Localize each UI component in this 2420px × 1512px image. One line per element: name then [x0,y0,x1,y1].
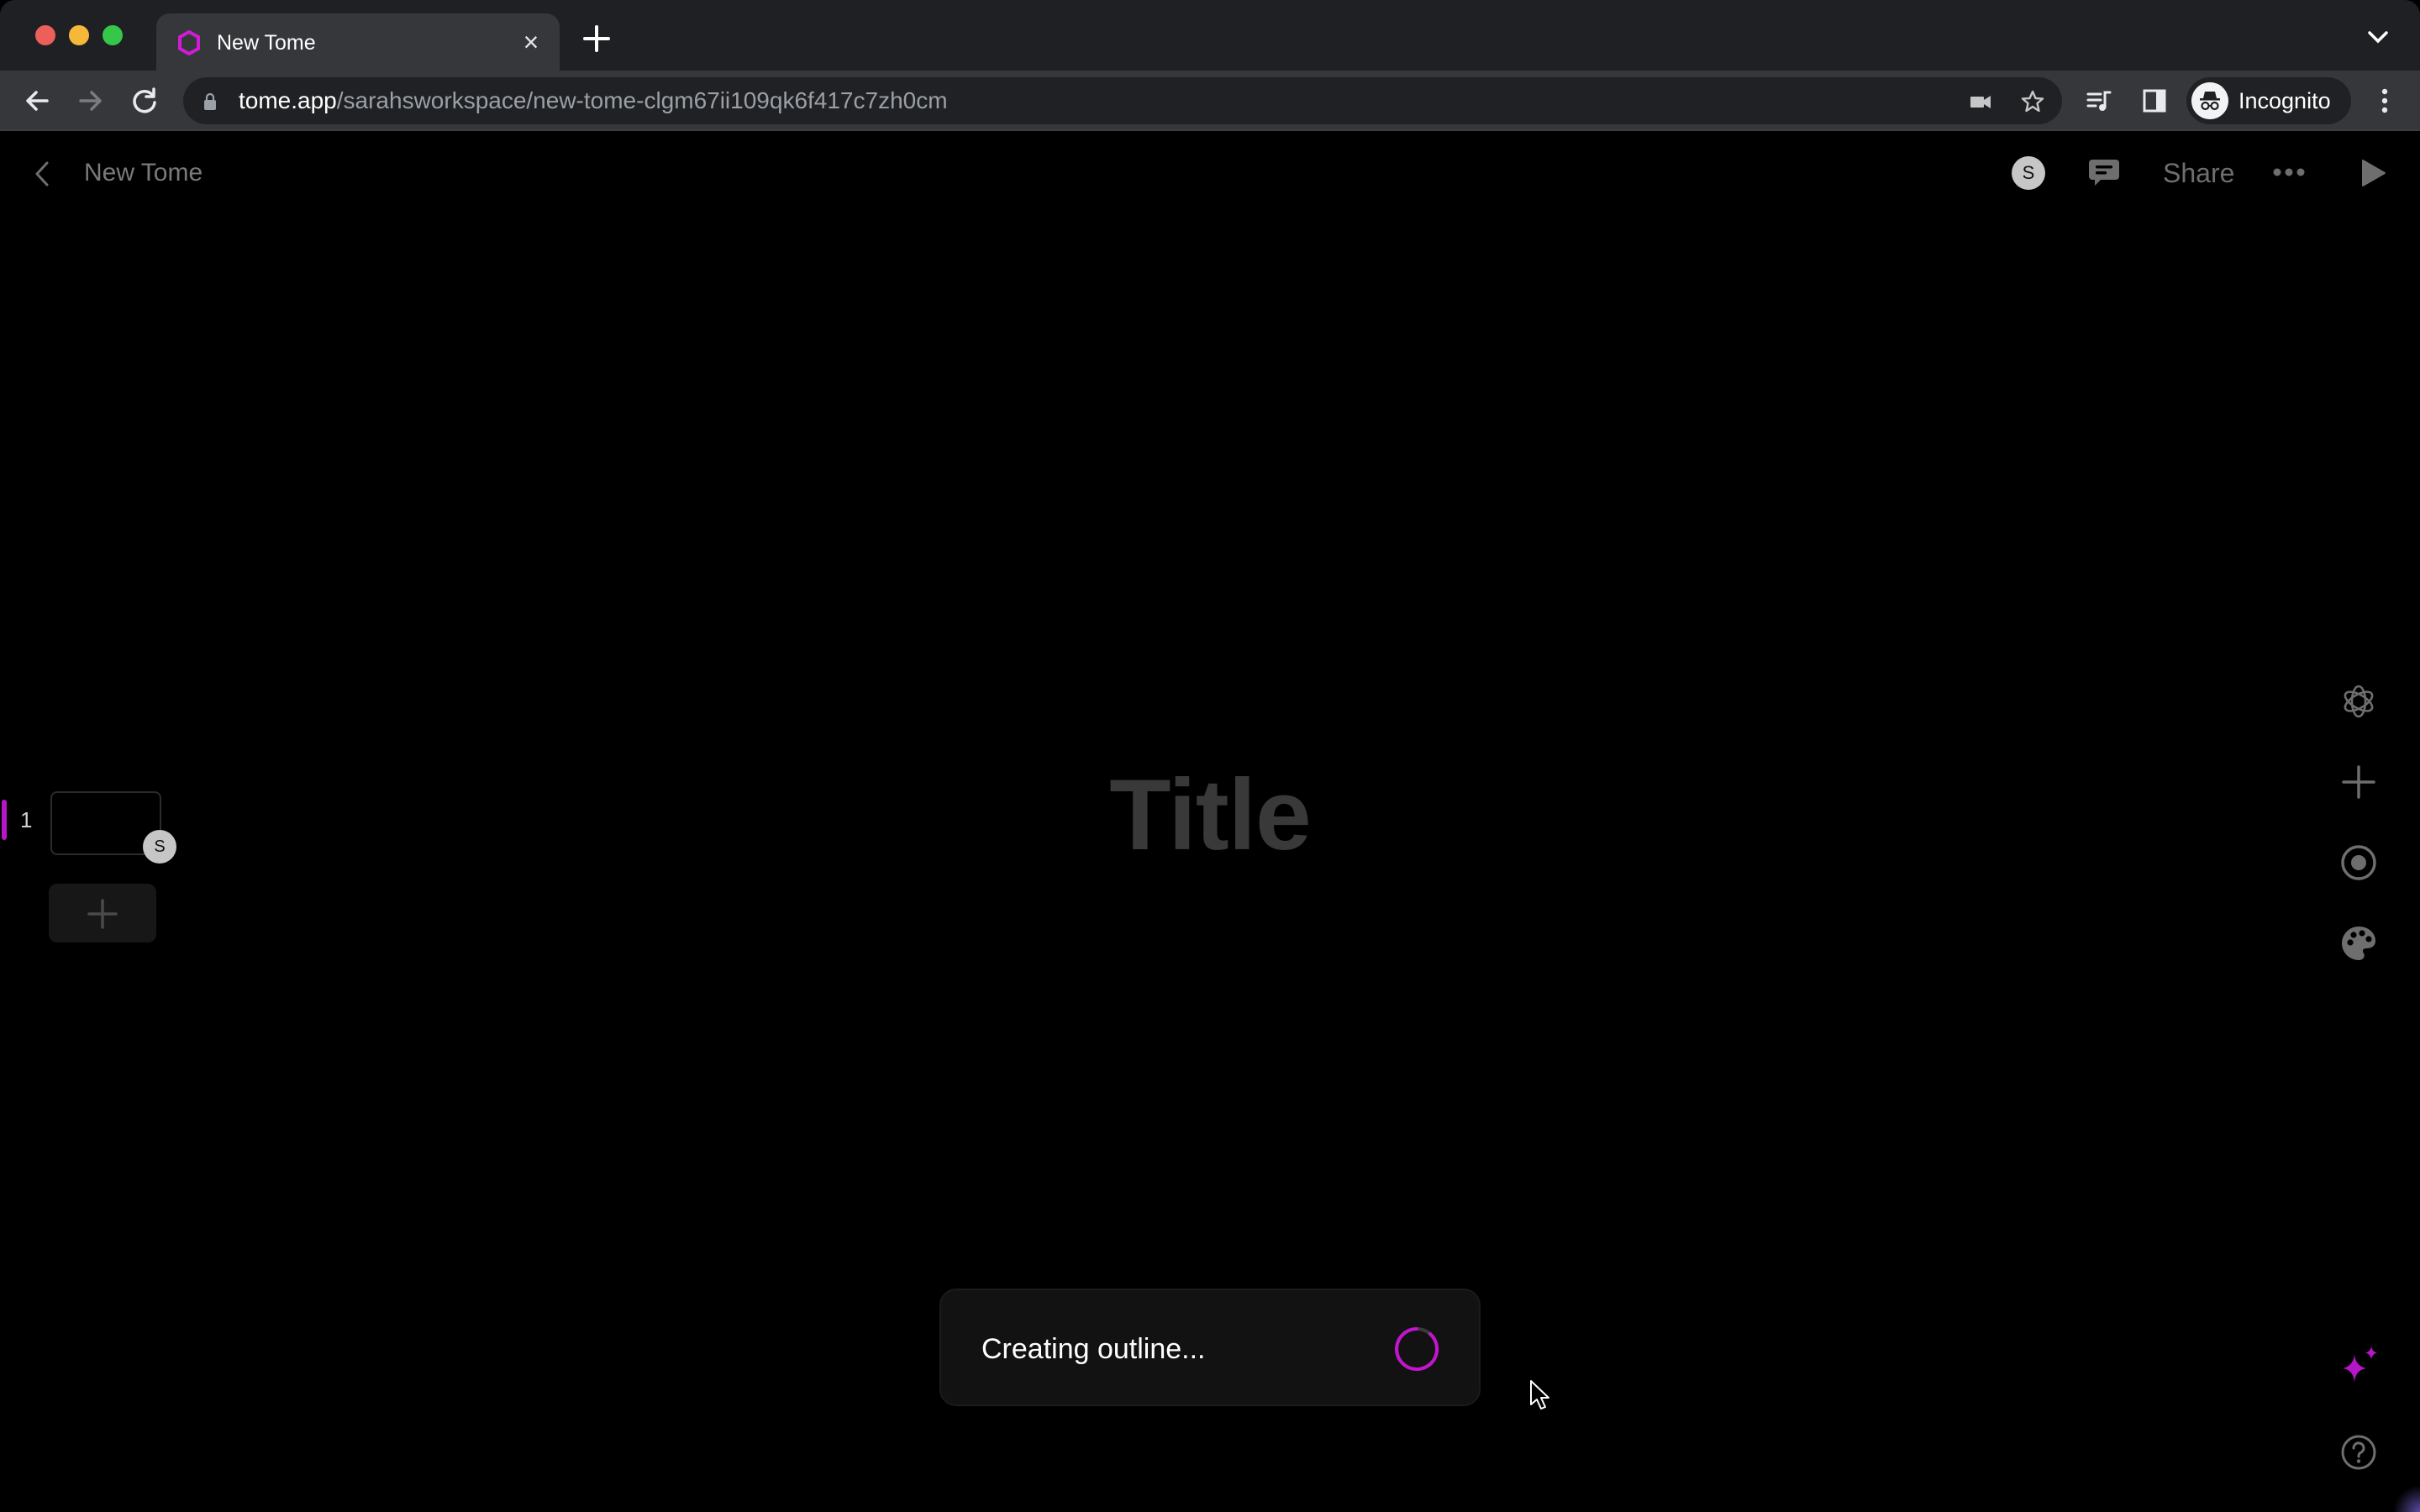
mouse-cursor-icon [1530,1380,1549,1410]
comment-icon[interactable] [2087,156,2121,190]
browser-tab-strip: New Tome × [0,0,2420,71]
forward-icon[interactable] [76,86,106,116]
side-panel-icon[interactable] [2141,87,2168,114]
openai-icon[interactable] [2339,682,2378,721]
url-path: /sarahsworkspace/new-tome-clgm67ii109qk6… [336,87,948,113]
browser-toolbar: tome.app/sarahsworkspace/new-tome-clgm67… [0,71,2420,131]
window-corner [2393,1485,2420,1512]
media-queue-icon[interactable] [2086,87,2112,114]
tab-search-chevron-icon[interactable] [2366,29,2390,45]
help-icon[interactable] [2339,1433,2378,1472]
reload-icon[interactable] [129,86,160,116]
profile-label: Incognito [2238,88,2331,113]
tab-title: New Tome [217,31,316,55]
title-placeholder[interactable]: Title [0,756,2420,874]
more-icon[interactable] [2272,166,2306,178]
lock-icon[interactable] [203,92,217,111]
new-tab-button[interactable] [580,22,613,55]
back-icon[interactable] [22,86,52,116]
incognito-icon [2191,82,2228,119]
camera-icon[interactable] [1968,89,1993,114]
chevron-left-icon[interactable] [30,160,55,188]
plus-icon [87,899,118,929]
theme-palette-icon[interactable] [2339,924,2378,963]
bookmark-star-icon[interactable] [2020,89,2045,114]
status-toast: Creating outline... [939,1289,1481,1406]
address-bar[interactable]: tome.app/sarahsworkspace/new-tome-clgm67… [183,77,2062,124]
user-avatar[interactable]: S [2012,156,2045,190]
share-button[interactable]: Share [2163,158,2234,188]
toast-message: Creating outline... [981,1333,1206,1365]
url-host: tome.app [239,87,337,113]
window-zoom-button[interactable] [103,25,123,45]
loading-spinner-icon [1395,1327,1439,1371]
window-minimize-button[interactable] [69,25,89,45]
ai-sparkle-icon[interactable] [2339,1344,2381,1386]
tome-logo-icon [178,30,200,55]
add-page-button[interactable] [49,884,156,942]
add-tile-icon[interactable] [2339,763,2378,801]
incognito-profile-button[interactable]: Incognito [2186,77,2351,124]
url-text[interactable]: tome.app/sarahsworkspace/new-tome-clgm67… [239,87,948,114]
play-icon[interactable] [2360,158,2386,188]
tab-close-button[interactable]: × [516,27,546,57]
kebab-menu-icon[interactable] [2376,86,2393,116]
document-title[interactable]: New Tome [84,158,203,188]
window-close-button[interactable] [35,25,55,45]
record-icon[interactable] [2339,843,2378,882]
browser-tab[interactable]: New Tome × [156,13,560,71]
